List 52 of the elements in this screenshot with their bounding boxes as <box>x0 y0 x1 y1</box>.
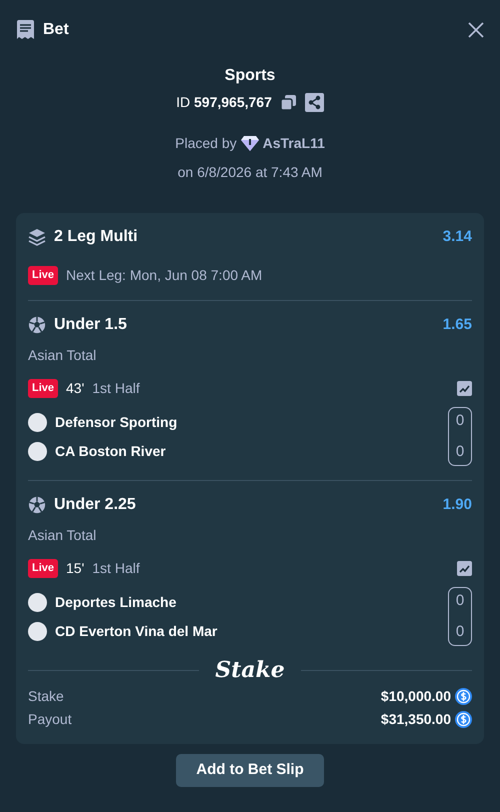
bet-title: 2 Leg Multi <box>54 227 138 247</box>
team-score: 0 <box>456 411 464 431</box>
placed-by-label: Placed by <box>175 134 237 153</box>
team-name: CD Everton Vina del Mar <box>55 622 218 640</box>
username: AsTraL11 <box>262 134 325 153</box>
selection-odds: 1.65 <box>442 314 472 335</box>
match-minute: 43' <box>66 379 84 398</box>
receipt-icon <box>16 20 35 40</box>
team-score: 0 <box>456 591 464 611</box>
selection-odds: 1.90 <box>442 494 472 515</box>
soccer-ball-icon <box>28 496 46 514</box>
team-name: Defensor Sporting <box>55 412 178 432</box>
total-odds: 3.14 <box>442 226 472 247</box>
panel-title: Bet <box>43 20 69 40</box>
add-to-bet-slip-button[interactable]: Add to Bet Slip <box>176 754 324 787</box>
match-period: 1st Half <box>92 379 140 398</box>
live-badge: Live <box>28 379 58 398</box>
live-badge: Live <box>28 266 58 285</box>
stats-icon[interactable] <box>457 561 472 576</box>
market-name: Asian Total <box>28 346 98 365</box>
market-name: Asian Total <box>28 526 98 545</box>
placed-date: on 6/8/2026 at 7:43 AM <box>178 163 322 182</box>
stats-icon[interactable] <box>457 381 472 396</box>
team-logo-placeholder <box>28 592 47 612</box>
copy-icon[interactable] <box>280 94 297 111</box>
diamond-icon <box>240 136 259 151</box>
selection-title: Under 2.25 <box>54 495 136 515</box>
team-logo-placeholder <box>28 622 47 640</box>
next-leg-time: Next Leg: Mon, Jun 08 7:00 AM <box>66 266 262 285</box>
bet-id: ID 597,965,767 <box>176 93 272 112</box>
team-name: Deportes Limache <box>55 592 176 612</box>
dollar-coin-icon <box>455 688 472 706</box>
total-amount: $10,000.00 <box>380 687 451 706</box>
match-minute: 15' <box>66 559 84 578</box>
total-amount: $31,350.00 <box>380 710 451 730</box>
brand-logo: Stake <box>215 658 285 682</box>
total-label: Stake <box>28 687 64 706</box>
share-icon[interactable] <box>304 93 324 112</box>
close-icon[interactable] <box>468 22 484 38</box>
dollar-coin-icon <box>455 711 472 728</box>
layers-icon <box>28 228 46 246</box>
team-score: 0 <box>456 442 464 462</box>
team-logo-placeholder <box>28 412 47 432</box>
soccer-ball-icon <box>28 316 46 334</box>
live-badge: Live <box>28 559 58 578</box>
team-score: 0 <box>456 622 464 642</box>
selection-title: Under 1.5 <box>54 315 127 335</box>
team-logo-placeholder <box>28 442 47 460</box>
bet-category: Sports <box>224 66 276 86</box>
team-name: CA Boston River <box>55 442 166 460</box>
total-label: Payout <box>28 710 72 730</box>
match-period: 1st Half <box>92 559 140 578</box>
